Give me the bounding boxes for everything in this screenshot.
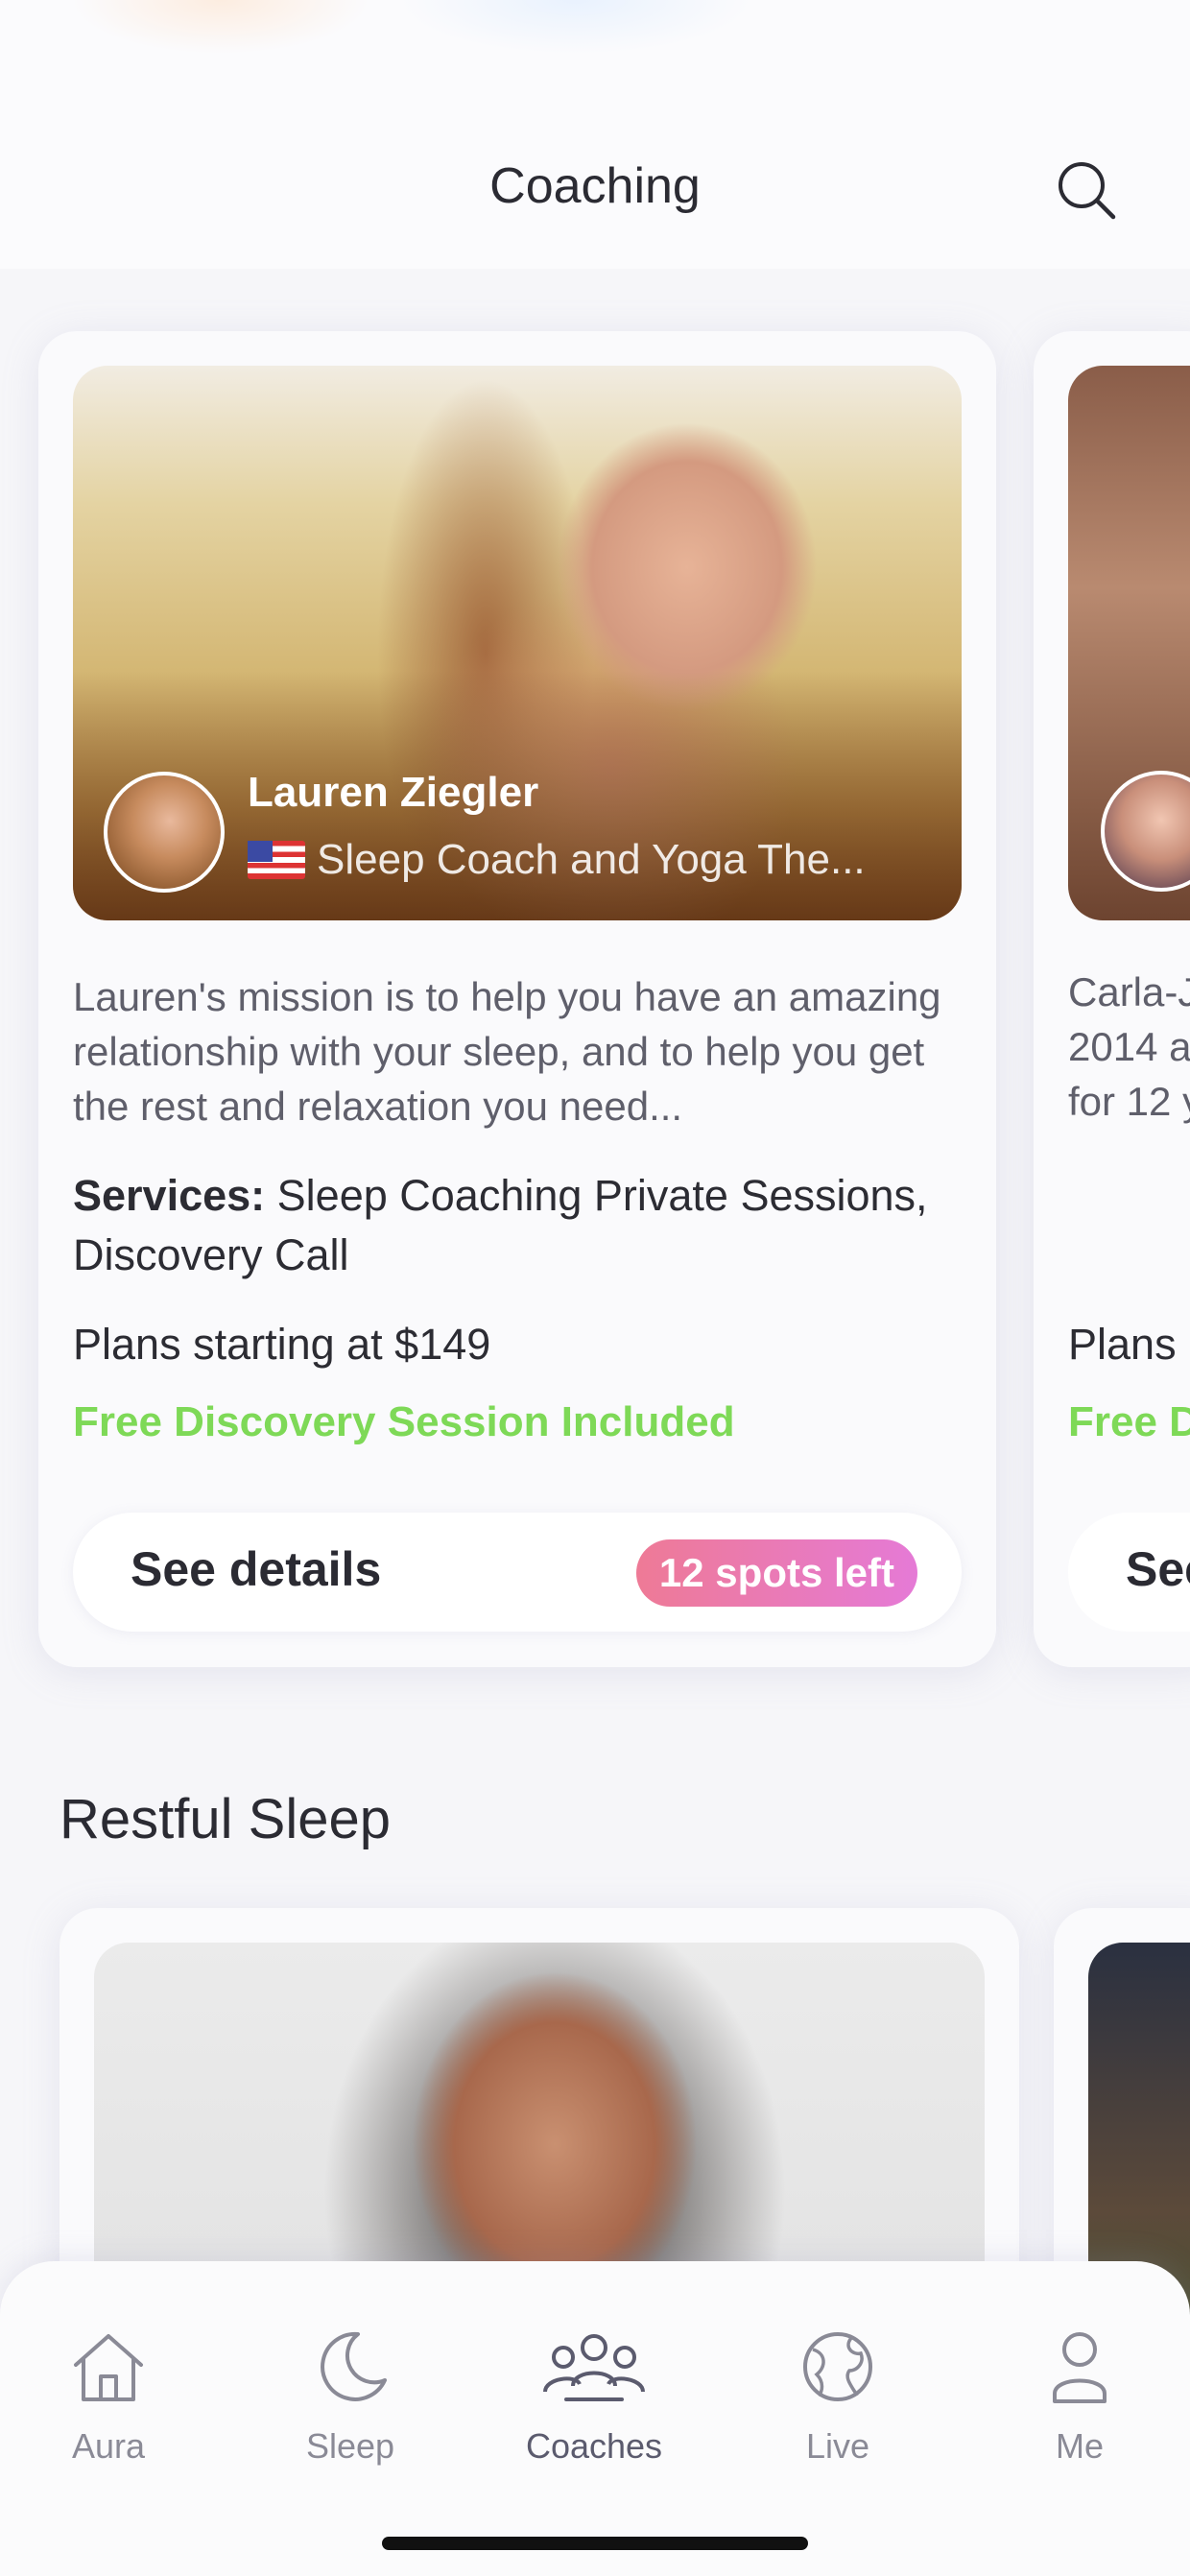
peek-free-session: Free D — [1068, 1398, 1190, 1445]
peek-see-details-button[interactable]: See — [1068, 1513, 1190, 1632]
coach-card-next[interactable]: Carla-J 2014 a for 12 y Plans Free D See — [1034, 331, 1190, 1667]
people-icon — [543, 2334, 645, 2401]
coach-avatar — [104, 772, 225, 893]
coach-name: Lauren Ziegler — [248, 769, 539, 816]
free-session-note: Free Discovery Session Included — [73, 1398, 735, 1445]
tab-label: Live — [805, 2426, 870, 2466]
coach-avatar-next — [1101, 771, 1190, 892]
coach-card[interactable]: Lauren Ziegler Sleep Coach and Yoga The.… — [38, 331, 996, 1667]
tab-coaches[interactable]: Coaches — [508, 2328, 680, 2467]
home-icon — [74, 2334, 143, 2401]
spots-left-badge: 12 spots left — [635, 1539, 917, 1607]
peek-desc-line: for 12 y — [1068, 1079, 1190, 1124]
see-details-label: See details — [131, 1542, 382, 1596]
see-details-button[interactable]: See details 12 spots left — [73, 1513, 962, 1632]
coach-description: Lauren's mission is to help you have an … — [73, 974, 941, 1129]
plans-price: Plans starting at $149 — [73, 1320, 491, 1369]
globe-icon — [803, 2332, 872, 2401]
tab-me[interactable]: Me — [993, 2328, 1166, 2467]
header: Coaching — [0, 134, 1190, 250]
tab-label: Sleep — [305, 2426, 395, 2466]
tab-label: Aura — [71, 2426, 146, 2466]
coach-role: Sleep Coach and Yoga The... — [248, 836, 866, 884]
coach-photo-next — [1068, 366, 1190, 920]
coach-services: Services: Sleep Coaching Private Session… — [73, 1166, 965, 1285]
home-indicator[interactable] — [382, 2537, 808, 2550]
person-icon — [1053, 2332, 1107, 2403]
peek-plans: Plans — [1068, 1320, 1177, 1369]
coach-role-text: Sleep Coach and Yoga The... — [317, 836, 866, 883]
tab-label: Me — [1055, 2426, 1104, 2466]
services-label: Services: — [73, 1171, 266, 1220]
coach-photo: Lauren Ziegler Sleep Coach and Yoga The.… — [73, 366, 962, 920]
tab-bar: Aura Sleep Coaches Live Me — [0, 2261, 1190, 2576]
peek-see-details-label: See — [1126, 1542, 1190, 1596]
tab-live[interactable]: Live — [751, 2328, 924, 2467]
us-flag-icon — [248, 841, 305, 879]
peek-desc-line: 2014 a — [1068, 1024, 1190, 1069]
tab-label: Coaches — [525, 2426, 663, 2466]
peek-desc-line: Carla-J — [1068, 969, 1190, 1014]
moon-icon — [321, 2331, 387, 2401]
tab-sleep[interactable]: Sleep — [264, 2328, 437, 2467]
search-button[interactable] — [1056, 159, 1117, 221]
page-title: Coaching — [489, 158, 701, 214]
tab-aura[interactable]: Aura — [22, 2328, 195, 2467]
section-title: Restful Sleep — [60, 1788, 391, 1850]
search-icon — [1059, 162, 1116, 220]
